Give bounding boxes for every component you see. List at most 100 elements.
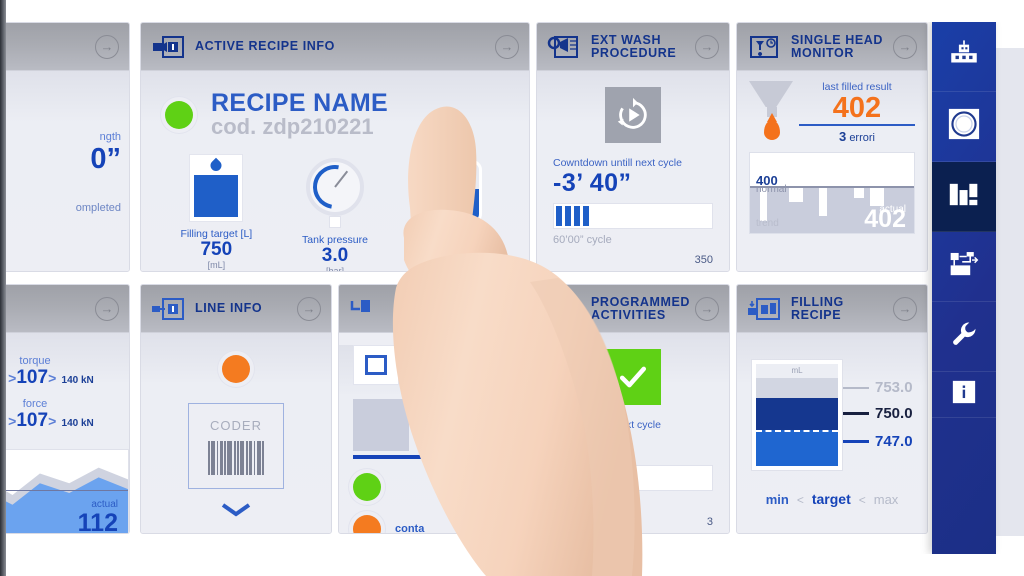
- metric-tank-level: Tank level 55% [%]: [394, 154, 513, 272]
- card-title: SINGLE HEAD MONITOR: [791, 32, 884, 60]
- card-clipped-top-left[interactable]: → ngth 0” ompleted: [0, 22, 130, 272]
- range-target-label: target: [811, 491, 851, 507]
- card-header: →: [0, 285, 129, 333]
- metric-unit: [mL]: [207, 260, 226, 270]
- counter-partial-label: conta: [395, 523, 425, 534]
- torque-max: 140 kN: [61, 375, 94, 386]
- head-trend-chart: 400 normal trend actual 402: [749, 152, 915, 234]
- open-arrow-button[interactable]: →: [495, 34, 519, 59]
- sidebar-item-machine[interactable]: [932, 22, 996, 92]
- card-body: CODER: [141, 333, 331, 533]
- range-lt-2: <: [858, 493, 866, 507]
- top-margin: [0, 0, 1024, 22]
- sidebar-item-dashboard[interactable]: [932, 162, 996, 232]
- card-ext-wash-procedure[interactable]: EXT WASH PROCEDURE → Cowntdown untill ne…: [536, 22, 730, 272]
- metric-value: 55%: [434, 241, 473, 262]
- barcode-icon: [207, 440, 265, 475]
- card-programmed-activities[interactable]: PROGRAMMED ACTIVITIES → ntdown untill ne…: [536, 284, 730, 534]
- counter-display: [353, 345, 399, 385]
- card-title: EXT WASH PROCEDURE: [591, 32, 677, 60]
- counter-row-green: [353, 473, 529, 501]
- card-torque-force[interactable]: → torque 15 kN >107> 140 kN force 15 kN …: [0, 284, 130, 534]
- card-header: ACTIVE RECIPE INFO →: [141, 23, 529, 71]
- pressure-gauge-icon: [304, 156, 366, 218]
- info-icon: [951, 379, 977, 410]
- sidebar-item-maintenance[interactable]: [932, 302, 996, 372]
- clipped-caption: ngth: [99, 131, 121, 143]
- sidebar-item-disc[interactable]: [932, 92, 996, 162]
- metric-value: 750: [200, 239, 233, 260]
- range-max-label: max: [873, 492, 899, 507]
- force-value: 107: [16, 410, 49, 431]
- funnel-drop-icon: [749, 81, 795, 144]
- disc-circle-icon: [948, 108, 980, 145]
- countdown-label: Cowntdown untill next cycle: [553, 157, 682, 169]
- coder-label: CODER: [210, 417, 262, 433]
- card-header: LINE INFO →: [141, 285, 331, 333]
- force-max: 140 kN: [61, 418, 94, 429]
- range-footer: min < target < max: [737, 491, 927, 507]
- open-arrow-button[interactable]: →: [893, 296, 917, 321]
- metric-unit: [%]: [447, 262, 461, 272]
- card-title: FILLING RECIPE: [791, 294, 844, 322]
- counter-icon: [349, 296, 383, 322]
- countdown-label: ntdown untill next cycle: [553, 419, 661, 431]
- open-arrow-button[interactable]: →: [95, 34, 119, 59]
- cycle-progress-bar: [553, 203, 713, 229]
- navigation-sidebar: [932, 22, 996, 554]
- card-body: ngth 0” ompleted: [0, 71, 129, 271]
- card-grid: → ngth 0” ompleted ACTIVE RECIPE INFO → …: [0, 22, 930, 554]
- open-arrow-button[interactable]: →: [695, 296, 719, 321]
- card-filling-recipe[interactable]: FILLING RECIPE → mL 753.0 750.0 747.0 mi…: [736, 284, 928, 534]
- open-arrow-button[interactable]: →: [297, 296, 321, 321]
- torque-label: torque: [19, 355, 51, 367]
- errors-row: 3 errori: [799, 129, 915, 144]
- torque-range: 15 kN >107> 140 kN: [0, 367, 129, 392]
- countdown-value: -3’ 40”: [553, 169, 632, 197]
- cycle-play-icon: [605, 87, 661, 143]
- countdown-footer: rors 3: [553, 516, 713, 528]
- right-side-panel: [996, 48, 1024, 536]
- coder-box[interactable]: CODER: [188, 403, 284, 489]
- card-title: LINE INFO: [195, 301, 263, 315]
- flow-diagram-icon: [948, 250, 980, 284]
- level-target: 750.0: [875, 405, 913, 422]
- card-header: SINGLE HEAD MONITOR →: [737, 23, 927, 71]
- cycle-length-label: 60’00” cycle: [553, 496, 612, 508]
- cycle-progress-bar: [553, 465, 713, 491]
- camera-info-icon: [151, 34, 185, 60]
- card-line-info[interactable]: LINE INFO → CODER: [140, 284, 332, 534]
- force-label: force: [22, 398, 48, 410]
- open-arrow-button[interactable]: →: [893, 34, 917, 59]
- level-min: 747.0: [875, 433, 913, 450]
- open-arrow-button[interactable]: →: [695, 34, 719, 59]
- sidebar-item-flow[interactable]: [932, 232, 996, 302]
- countdown-value: 3’ 40”: [553, 431, 623, 459]
- card-header: FILLING RECIPE →: [737, 285, 927, 333]
- line-status-dot: [222, 355, 250, 383]
- card-single-head-monitor[interactable]: SINGLE HEAD MONITOR → last filled result…: [736, 22, 928, 272]
- metric-value: 3.0: [321, 245, 349, 266]
- filling-level-gauge: mL: [751, 359, 843, 471]
- beaker-drop-icon: [189, 154, 244, 222]
- card-active-recipe-info[interactable]: ACTIVE RECIPE INFO → RECIPE NAME cod. zd…: [140, 22, 530, 272]
- trend-label: trend: [756, 218, 779, 229]
- range-lt-1: <: [796, 493, 804, 507]
- machine-robot-icon: [947, 39, 981, 74]
- last-filled-value: 402: [832, 92, 882, 124]
- check-icon: [605, 349, 661, 405]
- card-body: last filled result 402 3 errori 400 norm…: [737, 71, 927, 271]
- line-info-icon: [151, 296, 185, 322]
- chevron-down-icon[interactable]: [223, 503, 249, 517]
- open-arrow-button[interactable]: →: [95, 296, 119, 321]
- metric-tank-pressure: Tank pressure 3.0 [bar]: [276, 154, 395, 271]
- torque-area-chart: actual 112: [0, 449, 129, 534]
- sidebar-item-info[interactable]: [932, 372, 996, 418]
- counter-status-dot-orange: [353, 515, 381, 533]
- bottom-margin: [0, 554, 1024, 576]
- open-arrow-button[interactable]: →: [495, 296, 519, 321]
- hmi-screen: → ngth 0” ompleted ACTIVE RECIPE INFO → …: [0, 0, 1024, 576]
- dashboard-panels-icon: [948, 180, 980, 214]
- actual-value: 112: [77, 509, 118, 534]
- card-hidden-counters[interactable]: → conta: [338, 284, 530, 534]
